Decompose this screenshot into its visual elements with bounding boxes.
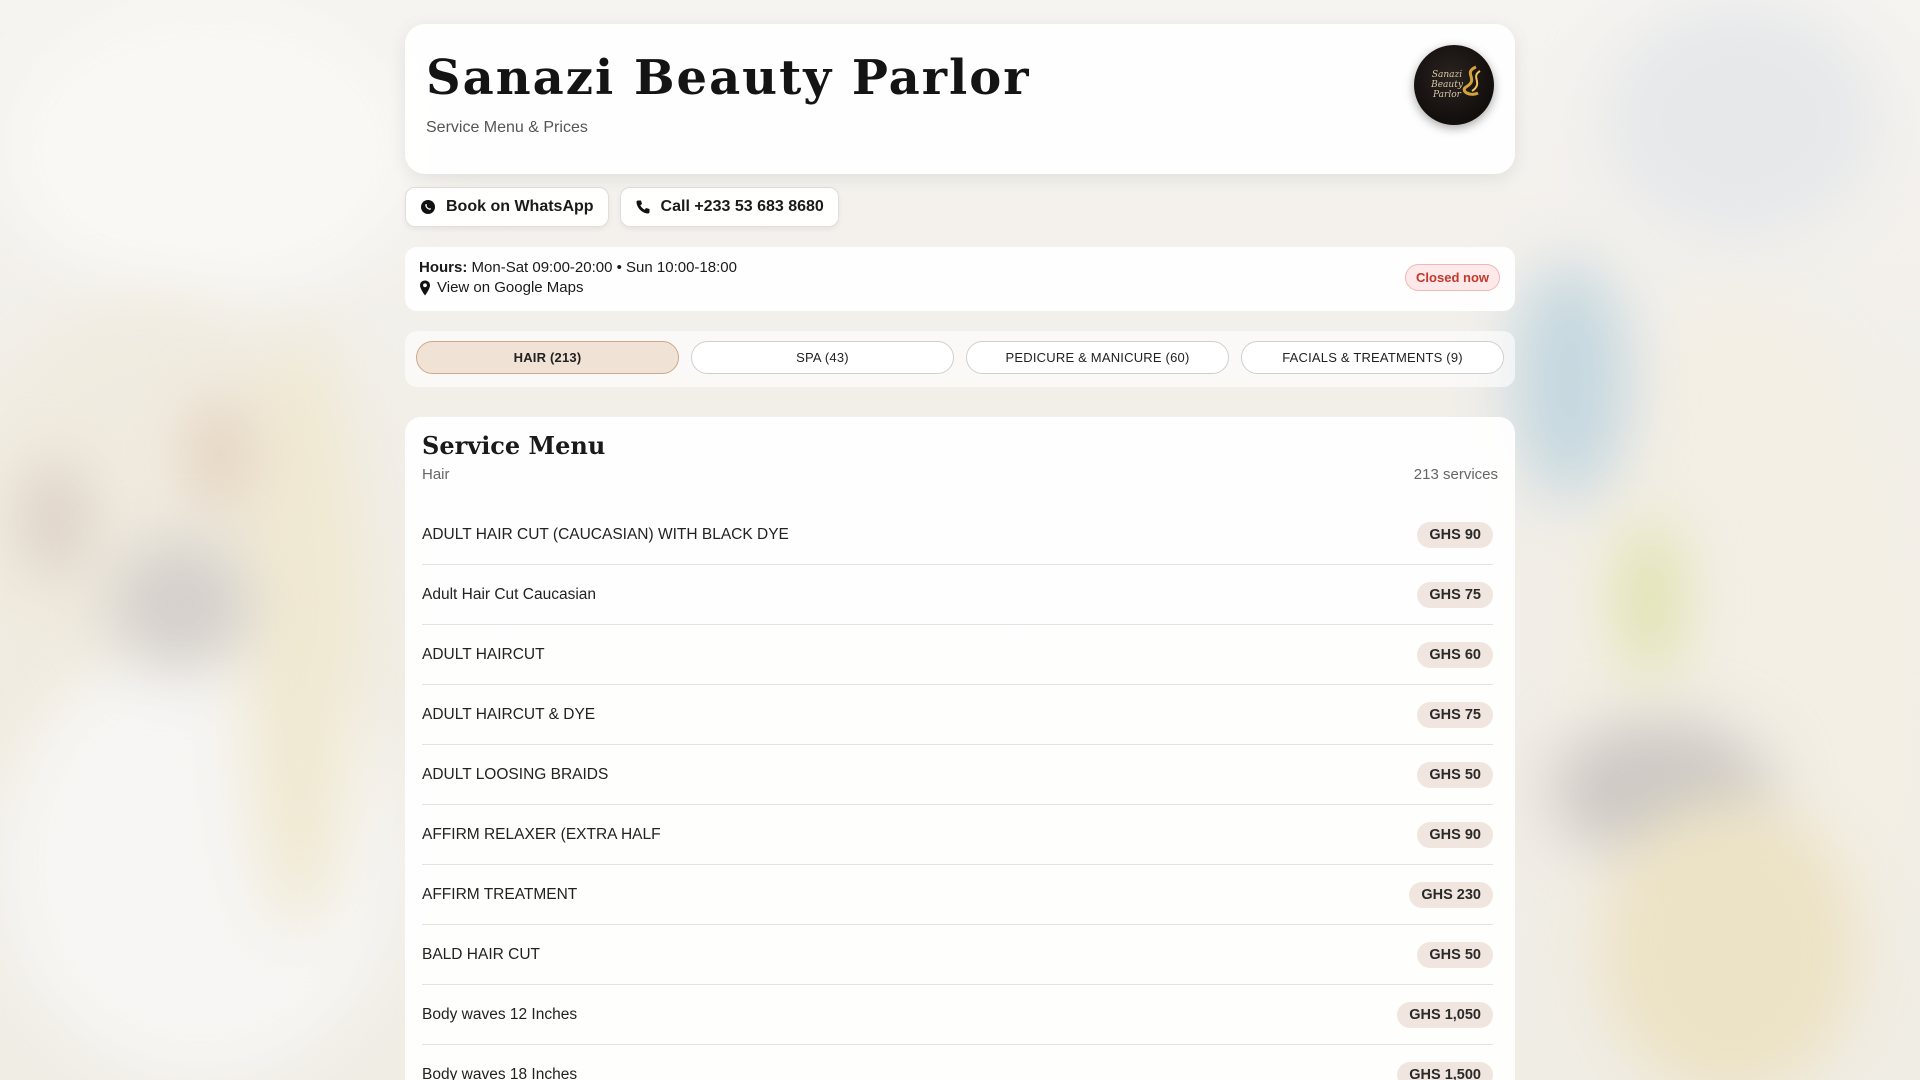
hours-value: Mon-Sat 09:00-20:00 • Sun 10:00-18:00 [471,259,737,276]
service-row[interactable]: ADULT HAIR CUT (CAUCASIAN) WITH BLACK DY… [422,505,1493,565]
whatsapp-button[interactable]: Book on WhatsApp [405,187,609,227]
google-maps-link[interactable]: View on Google Maps [419,279,1501,296]
service-name: BALD HAIR CUT [422,945,540,963]
service-price: GHS 75 [1417,581,1493,608]
service-row[interactable]: AFFIRM TREATMENT GHS 230 [422,865,1493,925]
service-name: ADULT HAIR CUT (CAUCASIAN) WITH BLACK DY… [422,525,789,543]
service-price: GHS 1,500 [1397,1061,1493,1080]
service-price: GHS 230 [1409,881,1493,908]
tab-facials-treatments[interactable]: FACIALS & TREATMENTS (9) [1241,341,1504,374]
whatsapp-button-label: Book on WhatsApp [446,198,594,215]
service-price: GHS 90 [1417,521,1493,548]
call-button-label: Call +233 53 683 8680 [660,198,824,215]
tab-pedicure-manicure[interactable]: PEDICURE & MANICURE (60) [966,341,1229,374]
service-price: GHS 90 [1417,821,1493,848]
service-name: AFFIRM TREATMENT [422,885,578,903]
service-name: ADULT LOOSING BRAIDS [422,765,609,783]
status-badge: Closed now [1405,264,1500,291]
service-name: ADULT HAIRCUT [422,645,545,663]
service-price: GHS 60 [1417,641,1493,668]
maps-link-label: View on Google Maps [437,279,584,296]
service-menu-card: Service Menu Hair 213 services ADULT HAI… [405,417,1515,1080]
phone-icon [636,200,650,214]
menu-category: Hair [422,466,450,483]
service-row[interactable]: ADULT HAIRCUT GHS 60 [422,625,1493,685]
service-name: Body waves 18 Inches [422,1065,578,1080]
service-row[interactable]: Body waves 12 Inches GHS 1,050 [422,985,1493,1045]
service-row[interactable]: ADULT HAIRCUT & DYE GHS 75 [422,685,1493,745]
service-name: Adult Hair Cut Caucasian [422,585,597,603]
hours-line: Hours: Mon-Sat 09:00-20:00 • Sun 10:00-1… [419,259,1501,276]
page-subtitle: Service Menu & Prices [426,118,588,136]
service-row[interactable]: BALD HAIR CUT GHS 50 [422,925,1493,985]
service-row[interactable]: AFFIRM RELAXER (EXTRA HALF GHS 90 [422,805,1493,865]
service-count: 213 services [1413,466,1498,483]
header-card: Sanazi Beauty Parlor Service Menu & Pric… [405,24,1515,174]
service-row[interactable]: Body waves 18 Inches GHS 1,500 [422,1045,1493,1080]
page-container: Sanazi Beauty Parlor Service Menu & Pric… [405,24,1515,1080]
service-list: ADULT HAIR CUT (CAUCASIAN) WITH BLACK DY… [422,505,1493,1080]
tab-hair[interactable]: HAIR (213) [416,341,679,374]
page-title: Sanazi Beauty Parlor [426,50,1031,106]
tab-spa[interactable]: SPA (43) [691,341,954,374]
service-price: GHS 1,050 [1397,1001,1493,1028]
action-bar: Book on WhatsApp Call +233 53 683 8680 [405,187,1515,227]
service-price: GHS 50 [1417,761,1493,788]
hours-label: Hours: [419,259,468,276]
logo-hair-swirl-icon [1462,65,1481,96]
service-name: Body waves 12 Inches [422,1005,578,1023]
call-button[interactable]: Call +233 53 683 8680 [619,187,839,227]
menu-title: Service Menu [422,431,606,460]
map-pin-icon [420,280,430,295]
service-price: GHS 50 [1417,941,1493,968]
service-name: ADULT HAIRCUT & DYE [422,705,596,723]
info-card: Hours: Mon-Sat 09:00-20:00 • Sun 10:00-1… [405,247,1515,311]
service-name: AFFIRM RELAXER (EXTRA HALF [422,825,661,843]
brand-logo: Sanazi Beauty Parlor [1414,45,1494,125]
service-row[interactable]: ADULT LOOSING BRAIDS GHS 50 [422,745,1493,805]
service-price: GHS 75 [1417,701,1493,728]
category-tabs: HAIR (213) SPA (43) PEDICURE & MANICURE … [405,331,1515,387]
whatsapp-icon [421,200,435,214]
service-row[interactable]: Adult Hair Cut Caucasian GHS 75 [422,565,1493,625]
